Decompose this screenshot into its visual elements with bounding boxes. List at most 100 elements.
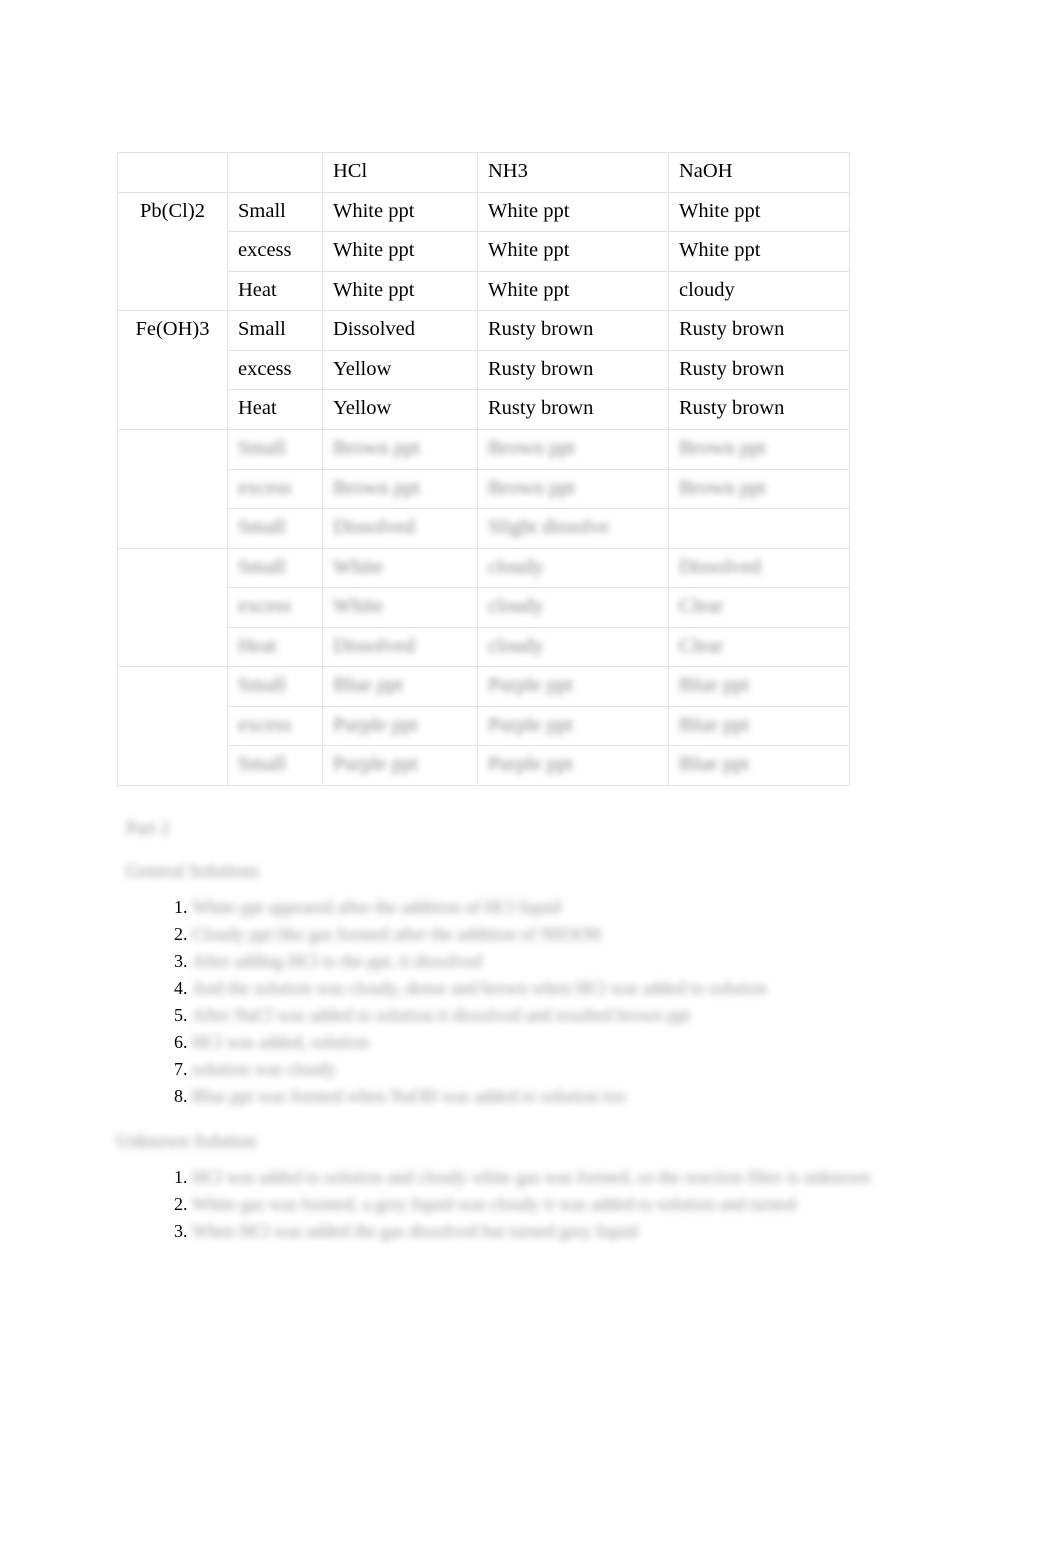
cell-hcl: White ppt [322,231,478,272]
cell-hcl: Blue ppt [322,666,478,707]
cell-naoh: cloudy [668,270,850,312]
condition-cell: Small [227,191,323,233]
row-group-label-redacted [117,547,228,668]
table-row-redacted: excess White cloudy Clear [118,587,850,628]
cell-hcl: Brown ppt [322,428,478,470]
cell-hcl: Purple ppt [322,705,478,747]
list-item: HCl was added to solution and cloudy whi… [192,1166,946,1190]
cell-naoh: Brown ppt [668,428,850,470]
list-item: White ppt appeared after the addition of… [192,896,946,920]
table-row-redacted: Small Blue ppt Purple ppt Blue ppt [117,666,850,786]
section-heading-general: General Solutions [126,862,260,883]
condition-cell: Small [227,547,323,589]
cell-hcl: White ppt [322,270,478,312]
condition-cell: excess [227,349,323,391]
table-row: Heat Yellow Rusty brown Rusty brown [118,389,850,430]
condition-cell: Small [227,666,323,707]
condition-cell: excess [227,705,323,747]
observations-table: HCl NH3 NaOH Pb(Cl)2 Small White ppt Whi… [117,152,850,786]
list-item: solution was cloudy [192,1058,946,1082]
cell-hcl: Dissolved [322,310,478,351]
cell-hcl: Yellow [322,389,478,430]
condition-cell: Heat [227,389,323,430]
list-item: Cloudy ppt like gas formed after the add… [192,923,946,947]
cell-naoh [668,508,850,549]
cell-naoh: Rusty brown [668,389,850,430]
table-row: Heat White ppt White ppt cloudy [118,270,850,312]
cell-nh3: Purple ppt [477,666,669,707]
list-item: And the solution was cloudy, dense and b… [192,977,946,1001]
list-item: Blue ppt was formed when NaOH was added … [192,1085,946,1109]
row-group-label-redacted [117,428,228,549]
table-header-row: HCl NH3 NaOH [117,152,850,193]
row-group-label-pbcl2: Pb(Cl)2 [117,191,228,312]
cell-naoh: White ppt [668,191,850,233]
condition-cell: excess [227,468,323,510]
list-item: When HCl was added the gas dissolved but… [192,1220,946,1244]
section-heading-unknown: Unknown Solution [116,1131,257,1152]
table-row-redacted: Heat Dissolved cloudy Clear [118,626,850,668]
table-row-redacted: excess Purple ppt Purple ppt Blue ppt [118,705,850,747]
condition-cell: Heat [227,270,323,312]
condition-cell: Small [227,428,323,470]
column-header-naoh: NaOH [668,152,850,193]
cell-naoh: Blue ppt [668,666,850,707]
list-item: HCl was added, solution [192,1031,946,1055]
cell-hcl: Brown ppt [322,468,478,510]
notes-title: Part 2 [126,819,170,839]
condition-cell: excess [227,231,323,272]
table-row-redacted: Small Purple ppt Purple ppt Blue ppt [118,745,850,786]
table-row-redacted: Small White cloudy Dissolved [117,547,850,668]
table-row: excess White ppt White ppt White ppt [118,231,850,272]
cell-hcl: Purple ppt [322,745,478,786]
table-row-redacted: Small Dissolved Slight dissolve [118,508,850,549]
cell-naoh: Clear [668,587,850,628]
cell-nh3: cloudy [477,626,669,668]
general-solutions-list: White ppt appeared after the addition of… [126,896,946,1109]
row-group-label-feoh3: Fe(OH)3 [117,310,228,430]
column-header-nh3: NH3 [477,152,669,193]
document-page: HCl NH3 NaOH Pb(Cl)2 Small White ppt Whi… [0,0,1062,1561]
cell-naoh: Rusty brown [668,349,850,391]
table-corner-cell [117,152,228,193]
cell-nh3: Rusty brown [477,349,669,391]
condition-cell: Small [227,310,323,351]
cell-nh3: cloudy [477,547,669,589]
table-row-redacted: Small Brown ppt Brown ppt Brown ppt [117,428,850,549]
cell-naoh: Clear [668,626,850,668]
column-header-hcl: HCl [322,152,478,193]
cell-nh3: Purple ppt [477,705,669,747]
condition-cell: excess [227,587,323,628]
cell-nh3: Rusty brown [477,389,669,430]
cell-hcl: Yellow [322,349,478,391]
cell-nh3: Purple ppt [477,745,669,786]
cell-naoh: Dissolved [668,547,850,589]
cell-nh3: Brown ppt [477,428,669,470]
table-row: Pb(Cl)2 Small White ppt White ppt White … [117,191,850,312]
cell-nh3: cloudy [477,587,669,628]
cell-hcl: White ppt [322,191,478,233]
list-item: After adding HCl to the ppt, it dissolve… [192,950,946,974]
list-item: White gas was formed, a grey liquid was … [192,1193,946,1217]
cell-naoh: Blue ppt [668,705,850,747]
observations-table-wrapper: HCl NH3 NaOH Pb(Cl)2 Small White ppt Whi… [117,152,850,786]
cell-hcl: White [322,587,478,628]
condition-cell: Small [227,508,323,549]
cell-hcl: White [322,547,478,589]
unknown-solution-list: HCl was added to solution and cloudy whi… [126,1166,946,1244]
condition-cell: Small [227,745,323,786]
cell-naoh: Rusty brown [668,310,850,351]
cell-hcl: Dissolved [322,508,478,549]
table-row: Fe(OH)3 Small Dissolved Rusty brown Rust… [117,310,850,430]
row-group-label-redacted [117,666,228,786]
cell-nh3: Slight dissolve [477,508,669,549]
cell-naoh: White ppt [668,231,850,272]
notes-section: Part 2 General Solutions White ppt appea… [116,818,946,1266]
condition-cell: Heat [227,626,323,668]
list-item: After NaCl was added to solution it diss… [192,1004,946,1028]
cell-naoh: Brown ppt [668,468,850,510]
cell-nh3: Rusty brown [477,310,669,351]
cell-nh3: White ppt [477,270,669,312]
table-corner-cell-2 [227,152,323,193]
cell-nh3: White ppt [477,191,669,233]
